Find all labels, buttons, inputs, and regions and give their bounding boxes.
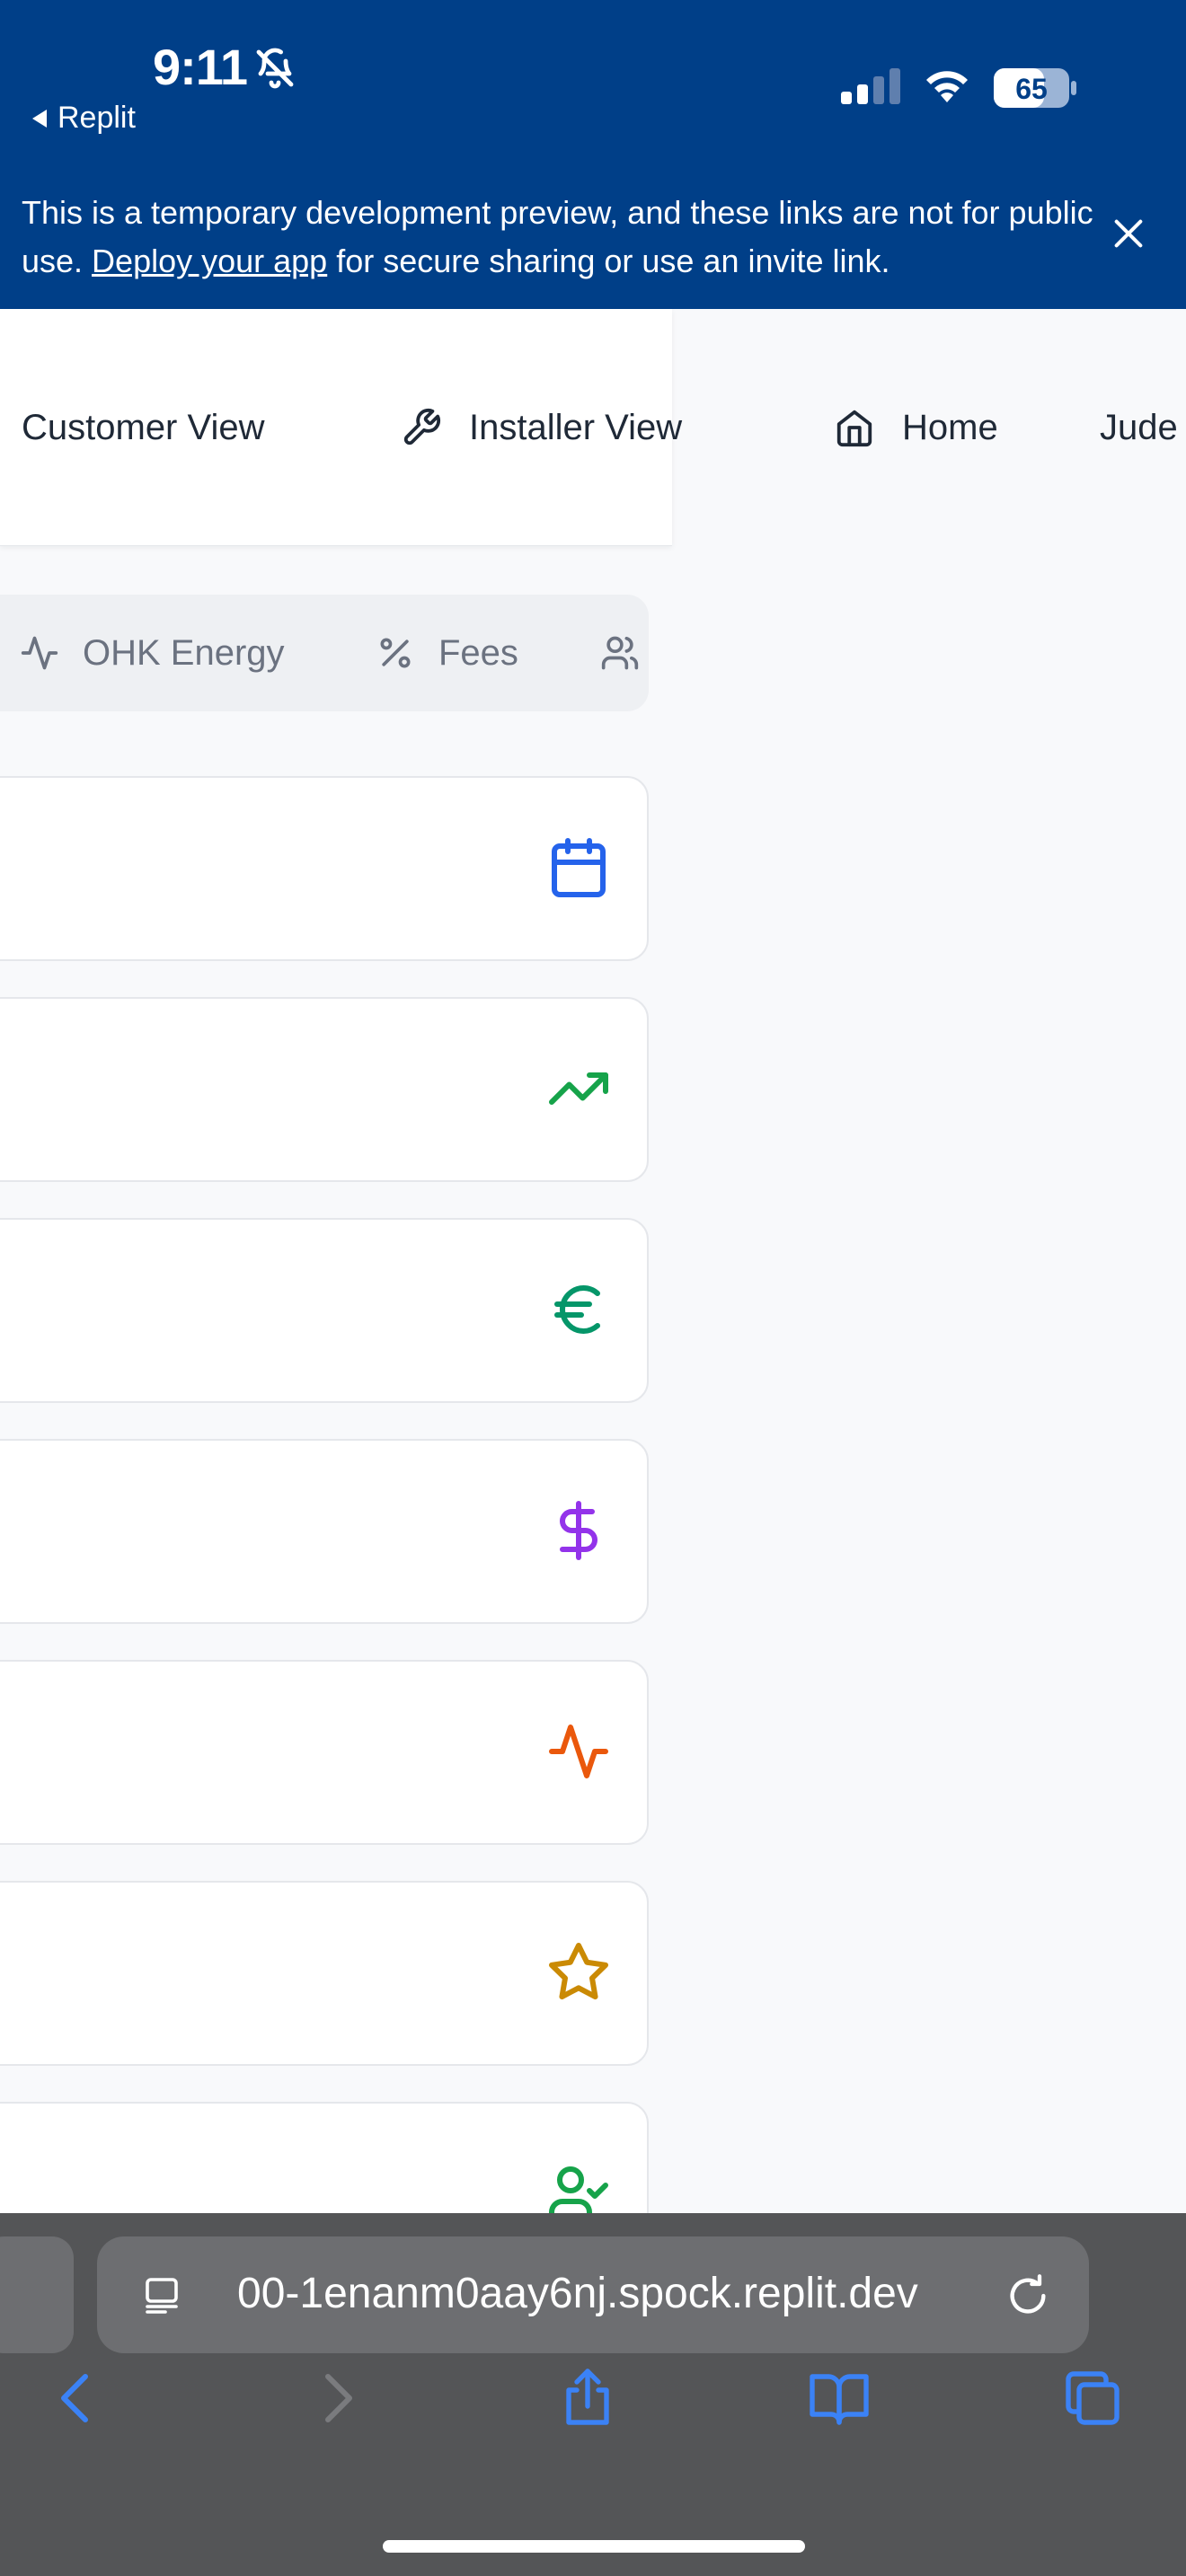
- home-label: Home: [902, 407, 998, 447]
- tab-ohk-energy[interactable]: OHK Energy: [20, 595, 285, 711]
- back-app-label: Replit: [58, 101, 136, 135]
- tab-fees[interactable]: Fees: [376, 595, 518, 711]
- battery-icon: 65: [994, 68, 1076, 108]
- reload-icon[interactable]: [1005, 2272, 1051, 2319]
- activity-icon: [21, 636, 58, 670]
- euro-icon: [554, 1284, 600, 1334]
- banner-text-after: for secure sharing or use an invite link…: [327, 243, 890, 279]
- wrench-icon: [403, 408, 441, 446]
- url-text[interactable]: 00-1enanm0aay6nj.spock.replit.dev: [237, 2269, 918, 2318]
- trending-up-icon: [549, 1072, 608, 1105]
- stat-card-activity: [0, 1660, 649, 1845]
- cellular-signal-icon: [841, 68, 900, 104]
- stat-card-dollar: [0, 1439, 649, 1624]
- status-time: 9:11: [153, 39, 248, 95]
- stat-card-calendar: [0, 776, 649, 961]
- stat-card-star: [0, 1881, 649, 2066]
- view-switcher: Customer View Installer View Home Jude: [0, 399, 1186, 456]
- stat-card-growth: [0, 997, 649, 1182]
- deploy-app-link[interactable]: Deploy your app: [92, 243, 327, 279]
- user-name-label: Jude: [1100, 407, 1178, 447]
- tabs-icon[interactable]: [1060, 2366, 1125, 2430]
- dollar-icon: [560, 1501, 597, 1560]
- stat-card-euro: [0, 1218, 649, 1403]
- customer-view-label: Customer View: [22, 407, 265, 447]
- users-icon: [601, 636, 639, 670]
- previous-tab[interactable]: [0, 2236, 74, 2353]
- close-icon[interactable]: [1111, 216, 1146, 251]
- back-icon[interactable]: [45, 2366, 110, 2430]
- banner-message: This is a temporary development preview,…: [22, 189, 1100, 286]
- battery-level: 65: [1015, 73, 1048, 105]
- page-menu-icon[interactable]: [140, 2274, 183, 2317]
- percent-icon: [380, 638, 411, 668]
- calendar-icon: [552, 838, 606, 897]
- bookmarks-icon[interactable]: [807, 2366, 872, 2430]
- dev-preview-banner: 9:11 Replit 65 This is a temporary devel…: [0, 0, 1186, 309]
- installer-view-link[interactable]: Installer View: [401, 399, 682, 456]
- tab-ohk-energy-label: OHK Energy: [83, 632, 285, 673]
- home-indicator: [383, 2540, 805, 2553]
- back-triangle-icon: [32, 109, 47, 128]
- section-tabs: OHK Energy Fees: [0, 595, 649, 711]
- tab-fees-label: Fees: [438, 632, 518, 673]
- address-bar[interactable]: 00-1enanm0aay6nj.spock.replit.dev: [97, 2236, 1089, 2353]
- star-icon: [549, 1943, 608, 2000]
- installer-view-label: Installer View: [469, 407, 683, 447]
- home-link[interactable]: Home: [834, 399, 998, 456]
- share-icon[interactable]: [555, 2366, 620, 2430]
- user-menu-link[interactable]: Jude: [1100, 399, 1178, 456]
- customer-view-link[interactable]: Customer View: [22, 399, 264, 456]
- forward-icon[interactable]: [304, 2366, 368, 2430]
- home-icon: [836, 410, 872, 447]
- wifi-icon: [926, 71, 968, 102]
- activity-icon: [549, 1725, 608, 1778]
- bell-muted-icon: [256, 48, 294, 89]
- tab-users[interactable]: [600, 595, 640, 711]
- back-to-app-button[interactable]: Replit: [32, 101, 136, 136]
